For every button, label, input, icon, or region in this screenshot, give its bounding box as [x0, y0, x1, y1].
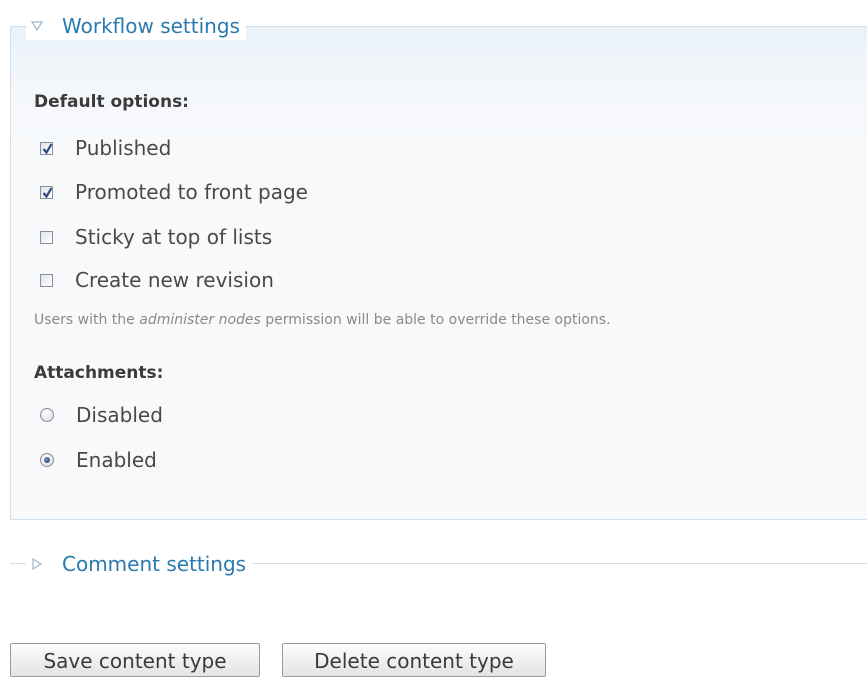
published-label: Published: [75, 136, 172, 160]
disabled-radio[interactable]: [40, 408, 54, 422]
description-prefix: Users with the: [34, 312, 140, 328]
enabled-label: Enabled: [76, 448, 157, 472]
radio-selected-dot: [44, 457, 50, 463]
description-permission: administer nodes: [139, 312, 261, 328]
description-suffix: permission will be able to override thes…: [260, 312, 611, 328]
published-checkbox[interactable]: [40, 141, 53, 155]
save-content-type-button[interactable]: Save content type: [10, 643, 260, 677]
promoted-option[interactable]: Promoted to front page: [40, 180, 308, 204]
default-options-description: Users with the administer nodes permissi…: [34, 312, 611, 328]
promoted-label: Promoted to front page: [75, 180, 308, 204]
attachments-enabled-option[interactable]: Enabled: [40, 448, 157, 472]
promoted-checkbox[interactable]: [40, 185, 53, 199]
workflow-settings-label[interactable]: Workflow settings: [62, 14, 240, 38]
sticky-label: Sticky at top of lists: [75, 225, 273, 249]
disabled-label: Disabled: [76, 403, 163, 427]
published-option[interactable]: Published: [40, 136, 171, 160]
workflow-settings-legend[interactable]: Workflow settings: [26, 12, 246, 40]
collapse-triangle-icon: [30, 19, 44, 33]
revision-option[interactable]: Create new revision: [40, 268, 274, 292]
sticky-checkbox[interactable]: [40, 230, 53, 244]
comment-settings-label[interactable]: Comment settings: [62, 552, 246, 576]
sticky-option[interactable]: Sticky at top of lists: [40, 225, 272, 249]
attachments-heading: Attachments:: [34, 363, 164, 383]
default-options-heading: Default options:: [34, 92, 189, 112]
enabled-radio[interactable]: [40, 453, 54, 467]
revision-label: Create new revision: [75, 268, 274, 292]
comment-settings-legend[interactable]: Comment settings: [26, 550, 253, 578]
revision-checkbox[interactable]: [40, 273, 53, 287]
expand-triangle-icon: [30, 557, 44, 571]
delete-content-type-button[interactable]: Delete content type: [282, 643, 546, 677]
attachments-disabled-option[interactable]: Disabled: [40, 403, 163, 427]
